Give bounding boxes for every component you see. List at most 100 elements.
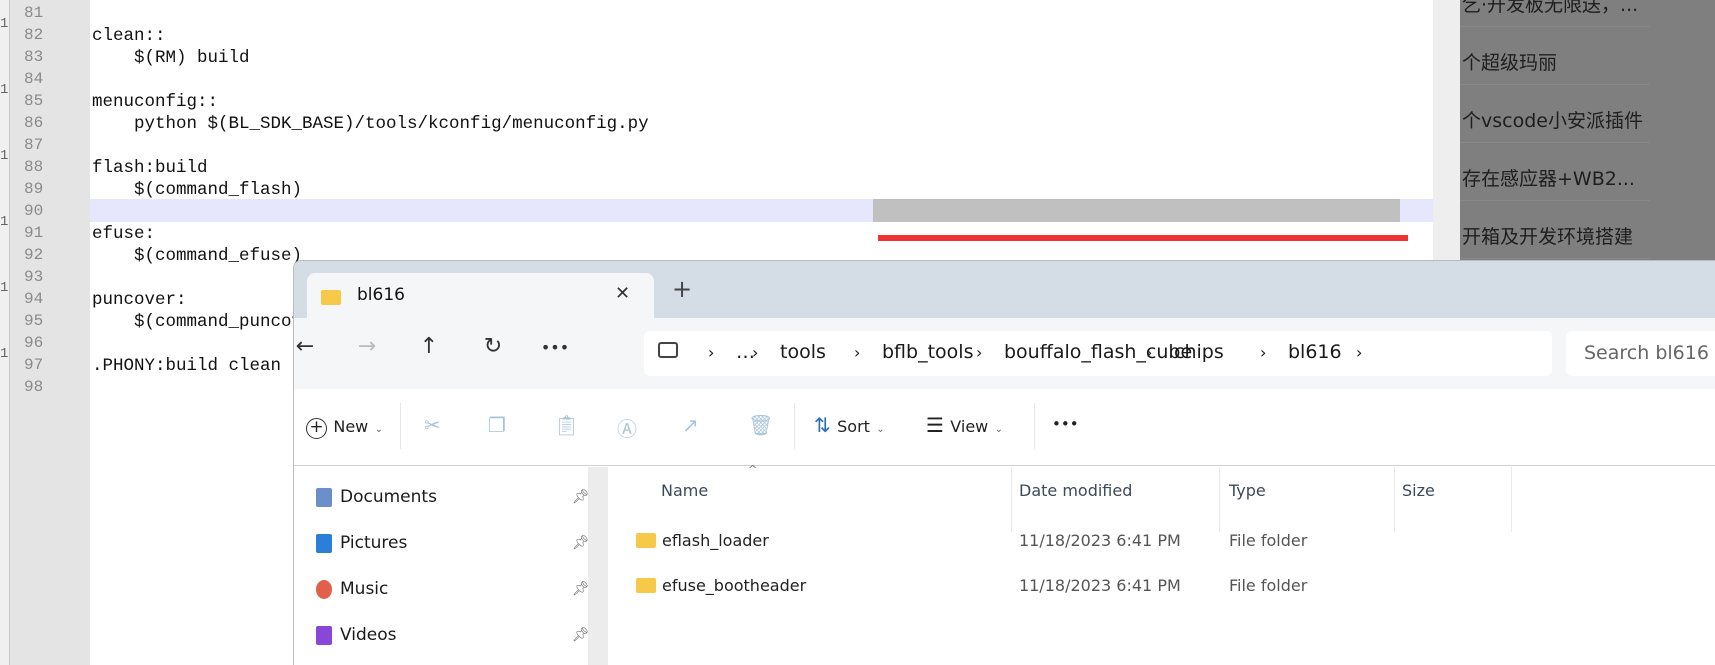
line-number: 83: [24, 48, 44, 66]
column-header-date-modified[interactable]: Date modified: [1019, 481, 1132, 500]
fold-marker: 1: [0, 16, 9, 32]
file-type: File folder: [1229, 576, 1308, 595]
file-list: ^ Name Date modified Type Size eflash_loader…: [608, 463, 1715, 665]
rename-icon[interactable]: Ⓐ: [617, 413, 637, 442]
column-header-type[interactable]: Type: [1229, 481, 1266, 500]
file-date: 11/18/2023 6:41 PM: [1019, 531, 1181, 550]
cut-icon[interactable]: ✂: [424, 413, 441, 437]
nav-item-music[interactable]: Music: [340, 579, 388, 599]
breadcrumb-item[interactable]: tools: [780, 341, 826, 363]
file-date: 11/18/2023 6:41 PM: [1019, 576, 1181, 595]
videos-icon: [316, 626, 332, 645]
chevron-right-icon[interactable]: ›: [1260, 343, 1266, 362]
column-divider[interactable]: [1011, 467, 1012, 532]
folder-icon: [636, 533, 656, 548]
article-list-panel: 乞·开发板无限送，... 个超级玛丽个vscode小安派插件 存在感应器+WB2..…: [1460, 0, 1715, 262]
new-button[interactable]: + New ⌄: [306, 413, 383, 439]
navigation-pane-scrollbar[interactable]: [588, 467, 608, 665]
code-line: $(RM) build: [92, 48, 250, 68]
divider: [1460, 258, 1650, 259]
tab-bl616[interactable]: bl616 ✕: [307, 273, 654, 319]
sort-label: Sort: [837, 417, 870, 436]
file-row[interactable]: efuse_bootheader 11/18/2023 6:41 PM File f…: [608, 576, 1715, 610]
column-divider[interactable]: [1219, 467, 1220, 532]
code-line: .PHONY:build clean: [92, 356, 282, 376]
column-divider[interactable]: [1511, 467, 1512, 532]
file-row[interactable]: eflash_loader 11/18/2023 6:41 PM File fold…: [608, 531, 1715, 565]
refresh-icon[interactable]: ↻: [478, 334, 508, 359]
address-bar[interactable]: … › tools › bflb_tools › bouffalo_flash_cube › c…: [644, 331, 1552, 376]
line-number: 85: [24, 92, 44, 110]
line-number: 82: [24, 26, 44, 44]
chevron-right-icon[interactable]: ›: [854, 343, 860, 362]
divider: [1460, 26, 1650, 27]
paste-icon[interactable]: 📋︎: [554, 413, 579, 437]
article-link[interactable]: 个超级玛丽: [1462, 48, 1557, 75]
close-tab-icon[interactable]: ✕: [615, 283, 630, 304]
column-header-size[interactable]: Size: [1402, 481, 1435, 500]
editor-scrollbar[interactable]: [1433, 0, 1460, 262]
chevron-right-icon[interactable]: ›: [1356, 343, 1362, 362]
line-number: 88: [24, 158, 44, 176]
search-input[interactable]: Search bl616: [1566, 331, 1715, 376]
line-number: 81: [24, 4, 44, 22]
pictures-icon: [316, 534, 332, 553]
fold-marker: 1: [0, 346, 9, 362]
more-locations-icon[interactable]: •••: [540, 338, 570, 357]
more-options-button[interactable]: •••: [1052, 415, 1079, 433]
line-number: 84: [24, 70, 44, 88]
sort-ascending-icon: ^: [748, 463, 758, 476]
fold-marker: 1: [0, 82, 9, 98]
fold-marker: 1: [0, 280, 9, 296]
article-link[interactable]: 个vscode小安派插件: [1462, 106, 1643, 133]
breadcrumb-item[interactable]: bouffalo_flash_cube: [1004, 341, 1192, 363]
code-line: menuconfig::: [92, 92, 219, 112]
documents-icon: [316, 488, 332, 507]
code-line: python $(BL_SDK_BASE)/tools/kconfig/menu…: [92, 114, 649, 134]
back-arrow-icon[interactable]: ←: [294, 334, 320, 359]
view-button[interactable]: ☰ View ⌄: [926, 413, 1003, 437]
code-line: puncover:: [92, 290, 187, 310]
divider: [1460, 142, 1650, 143]
chevron-right-icon[interactable]: ›: [708, 343, 714, 362]
code-line: clean::: [92, 26, 166, 46]
line-number: 90: [24, 202, 44, 220]
article-link[interactable]: 乞·开发板无限送，...: [1462, 0, 1638, 17]
nav-item-documents[interactable]: Documents: [340, 487, 437, 507]
folder-icon: [636, 578, 656, 593]
line-number: 95: [24, 312, 44, 330]
computer-icon: [658, 342, 678, 358]
copy-icon[interactable]: ❐: [488, 413, 506, 437]
share-icon[interactable]: ↗: [682, 413, 699, 437]
new-tab-button[interactable]: +: [672, 275, 692, 303]
forward-arrow-icon[interactable]: →: [352, 334, 382, 359]
command-bar: + New ⌄ ✂ ❐ 📋︎ Ⓐ ↗ 🗑︎ ⇅ Sort ⌄ ☰ View ⌄ …: [294, 389, 1715, 466]
chevron-right-icon[interactable]: ›: [752, 343, 758, 362]
delete-icon[interactable]: 🗑︎: [748, 413, 773, 437]
sort-button[interactable]: ⇅ Sort ⌄: [814, 413, 885, 437]
tab-title: bl616: [357, 285, 405, 305]
plus-circle-icon: +: [306, 418, 327, 439]
breadcrumb-item[interactable]: bflb_tools: [882, 341, 973, 363]
column-divider[interactable]: [1394, 467, 1395, 532]
fold-marker: 1: [0, 214, 9, 230]
nav-item-videos[interactable]: Videos: [340, 625, 397, 645]
chevron-right-icon[interactable]: ›: [1146, 343, 1152, 362]
breadcrumb-item[interactable]: bl616: [1288, 341, 1342, 363]
new-label: New: [333, 417, 369, 436]
tab-strip: bl616 ✕ +: [294, 261, 1715, 319]
up-arrow-icon[interactable]: ↑: [414, 334, 444, 359]
folder-icon: [321, 290, 341, 305]
line-number: 93: [24, 268, 44, 286]
line-number: 96: [24, 334, 44, 352]
article-link[interactable]: 存在感应器+WB2...: [1462, 164, 1635, 191]
column-header-name[interactable]: Name: [661, 481, 708, 500]
file-name: eflash_loader: [636, 531, 769, 550]
article-link[interactable]: 开箱及开发环境搭建: [1462, 222, 1633, 249]
line-number: 86: [24, 114, 44, 132]
chevron-right-icon[interactable]: ›: [976, 343, 982, 362]
nav-item-pictures[interactable]: Pictures: [340, 533, 407, 553]
breadcrumb-item[interactable]: chips: [1174, 341, 1224, 363]
view-label: View: [950, 417, 989, 436]
navigation-pane: Documents 📌︎ Pictures 📌︎ Music 📌︎ Videos 📌︎: [294, 467, 590, 665]
